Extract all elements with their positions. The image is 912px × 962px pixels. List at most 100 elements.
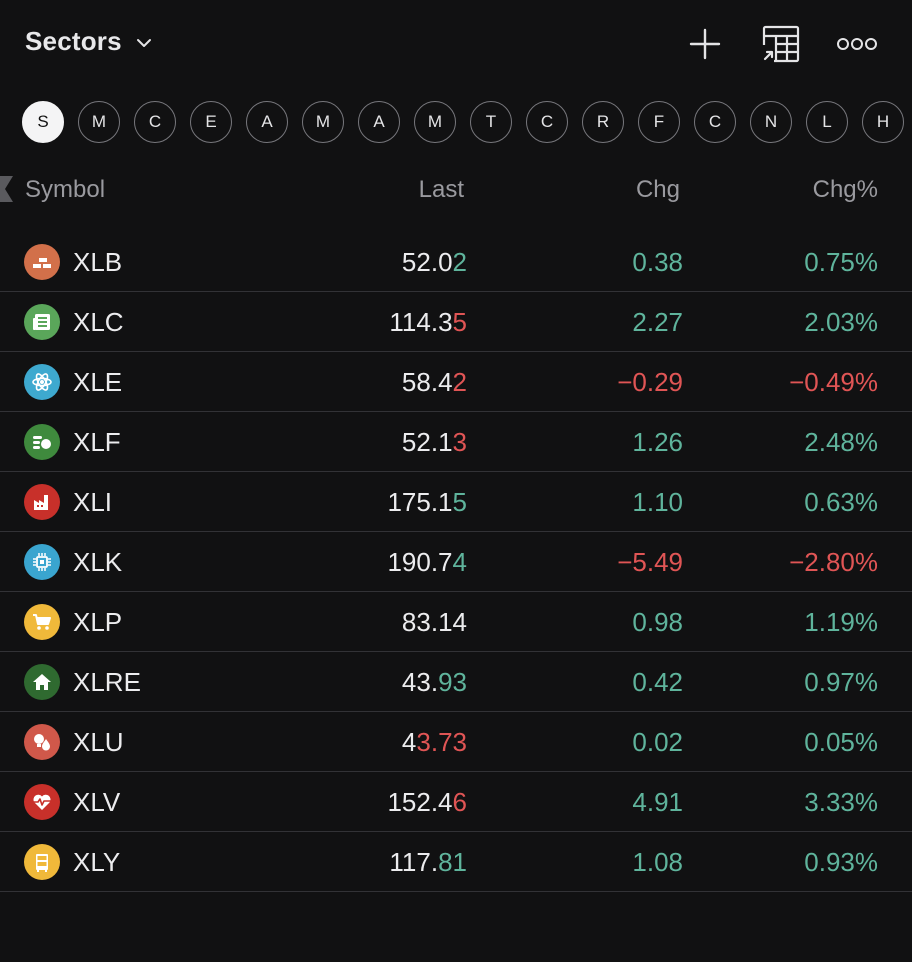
symbol-cell: XLE xyxy=(73,367,123,397)
letter-filter-button[interactable]: M xyxy=(414,101,456,143)
letter-filter-button[interactable]: T xyxy=(470,101,512,143)
last-price-base: 58.4 xyxy=(401,367,453,397)
bricks-icon xyxy=(24,244,60,280)
symbol-cell: XLRE xyxy=(73,667,141,697)
last-price-tick-digits: 4 xyxy=(452,547,467,577)
letter-filter-button[interactable]: C xyxy=(694,101,736,143)
letter-filter-button[interactable]: C xyxy=(134,101,176,143)
table-row[interactable]: XLI 175.15 1.10 0.63% xyxy=(0,472,912,532)
last-price-cell: 114.35 xyxy=(389,307,467,338)
symbol-cell: XLV xyxy=(73,787,121,817)
symbol-cell: XLC xyxy=(73,307,124,337)
change-percent-cell: 2.03% xyxy=(804,307,878,337)
table-row[interactable]: XLC 114.35 2.27 2.03% xyxy=(0,292,912,352)
header: Sectors xyxy=(0,0,912,86)
last-price-cell: 52.02 xyxy=(402,247,467,278)
table-row[interactable]: XLU 43.73 0.02 0.05% xyxy=(0,712,912,772)
symbol-cell: XLU xyxy=(73,727,124,757)
table-row[interactable]: XLP 83.14 0.98 1.19% xyxy=(0,592,912,652)
letter-filter-button[interactable]: C xyxy=(526,101,568,143)
symbol-cell: XLY xyxy=(73,847,121,877)
table-row[interactable]: XLE 58.42 −0.29 −0.49% xyxy=(0,352,912,412)
column-header-chg[interactable]: Chg xyxy=(636,176,680,204)
table-view-button[interactable] xyxy=(759,22,803,66)
change-percent-cell: 0.05% xyxy=(804,727,878,757)
last-price-tick-digits: 5 xyxy=(452,487,467,517)
chip-icon xyxy=(24,544,60,580)
last-price-base: 52.0 xyxy=(401,247,453,277)
last-price-cell: 83.14 xyxy=(402,607,467,638)
last-price-base: 175.1 xyxy=(387,487,453,517)
heartbeat-icon xyxy=(24,784,60,820)
table-row[interactable]: XLB 52.02 0.38 0.75% xyxy=(0,232,912,292)
change-percent-cell: 0.97% xyxy=(804,667,878,697)
last-price-base: 52.1 xyxy=(401,427,453,457)
change-cell: −0.29 xyxy=(617,367,683,397)
last-price-tick-digits: 6 xyxy=(452,787,467,817)
symbol-cell: XLF xyxy=(73,427,121,457)
letter-filter-button[interactable]: R xyxy=(582,101,624,143)
change-percent-cell: 1.19% xyxy=(804,607,878,637)
letter-filter-button[interactable]: E xyxy=(190,101,232,143)
change-percent-cell: 3.33% xyxy=(804,787,878,817)
dresser-icon xyxy=(24,844,60,880)
change-cell: 2.27 xyxy=(632,307,683,337)
last-price-cell: 190.74 xyxy=(387,547,467,578)
page-title: Sectors xyxy=(25,26,122,56)
change-percent-cell: −0.49% xyxy=(789,367,878,397)
change-percent-cell: 0.63% xyxy=(804,487,878,517)
table-row[interactable]: XLRE 43.93 0.42 0.97% xyxy=(0,652,912,712)
change-cell: 1.08 xyxy=(632,847,683,877)
letter-filter-button[interactable]: F xyxy=(638,101,680,143)
table-row[interactable]: XLF 52.13 1.26 2.48% xyxy=(0,412,912,472)
symbol-cell: XLB xyxy=(73,247,123,277)
letter-filter-button[interactable]: M xyxy=(302,101,344,143)
letter-filter-button[interactable]: H xyxy=(862,101,904,143)
last-price-tick-digits: 3 xyxy=(452,427,467,457)
more-dots-icon xyxy=(837,38,877,50)
plus-icon xyxy=(689,28,721,60)
last-price-cell: 52.13 xyxy=(402,427,467,458)
factory-icon xyxy=(24,484,60,520)
change-percent-cell: 2.48% xyxy=(804,427,878,457)
last-price-tick-digits: 2 xyxy=(452,247,467,277)
letter-filter-button[interactable]: A xyxy=(358,101,400,143)
change-cell: 0.42 xyxy=(632,667,683,697)
add-button[interactable] xyxy=(683,22,727,66)
newspaper-icon xyxy=(24,304,60,340)
last-price-tick-digits: 3.73 xyxy=(416,727,467,757)
change-cell: −5.49 xyxy=(617,547,683,577)
change-percent-cell: −2.80% xyxy=(789,547,878,577)
symbol-cell: XLI xyxy=(73,487,113,517)
more-button[interactable] xyxy=(835,22,879,66)
last-price-cell: 175.15 xyxy=(387,487,467,518)
column-header-last[interactable]: Last xyxy=(419,176,464,204)
column-header-symbol[interactable]: Symbol xyxy=(25,176,105,204)
last-price-base: 190.7 xyxy=(387,547,453,577)
symbol-cell: XLK xyxy=(73,547,123,577)
last-price-base: 83.14 xyxy=(401,607,467,637)
letter-filter-button[interactable]: A xyxy=(246,101,288,143)
letter-filter-button[interactable]: S xyxy=(22,101,64,143)
change-percent-cell: 0.93% xyxy=(804,847,878,877)
change-cell: 1.10 xyxy=(632,487,683,517)
last-price-cell: 58.42 xyxy=(402,367,467,398)
table-row[interactable]: XLK 190.74 −5.49 −2.80% xyxy=(0,532,912,592)
change-percent-cell: 0.75% xyxy=(804,247,878,277)
letter-filter-button[interactable]: M xyxy=(78,101,120,143)
last-price-cell: 43.73 xyxy=(402,727,467,758)
column-header-chg-pct[interactable]: Chg% xyxy=(813,176,878,204)
letter-filter-button[interactable]: L xyxy=(806,101,848,143)
last-price-tick-digits: 81 xyxy=(438,847,467,877)
table-row[interactable]: XLV 152.46 4.91 3.33% xyxy=(0,772,912,832)
table-row[interactable]: XLY 117.81 1.08 0.93% xyxy=(0,832,912,892)
last-price-tick-digits: 5 xyxy=(452,307,467,337)
table-expand-icon xyxy=(762,25,800,63)
change-cell: 0.02 xyxy=(632,727,683,757)
list-selector[interactable]: Sectors xyxy=(25,26,152,57)
letter-filter-bar: SMCEAMAMTCRFCNLH xyxy=(22,101,912,143)
last-price-base: 43. xyxy=(401,667,439,697)
change-cell: 0.98 xyxy=(632,607,683,637)
letter-filter-button[interactable]: N xyxy=(750,101,792,143)
column-header-row: Symbol Last Chg Chg% xyxy=(0,172,912,208)
